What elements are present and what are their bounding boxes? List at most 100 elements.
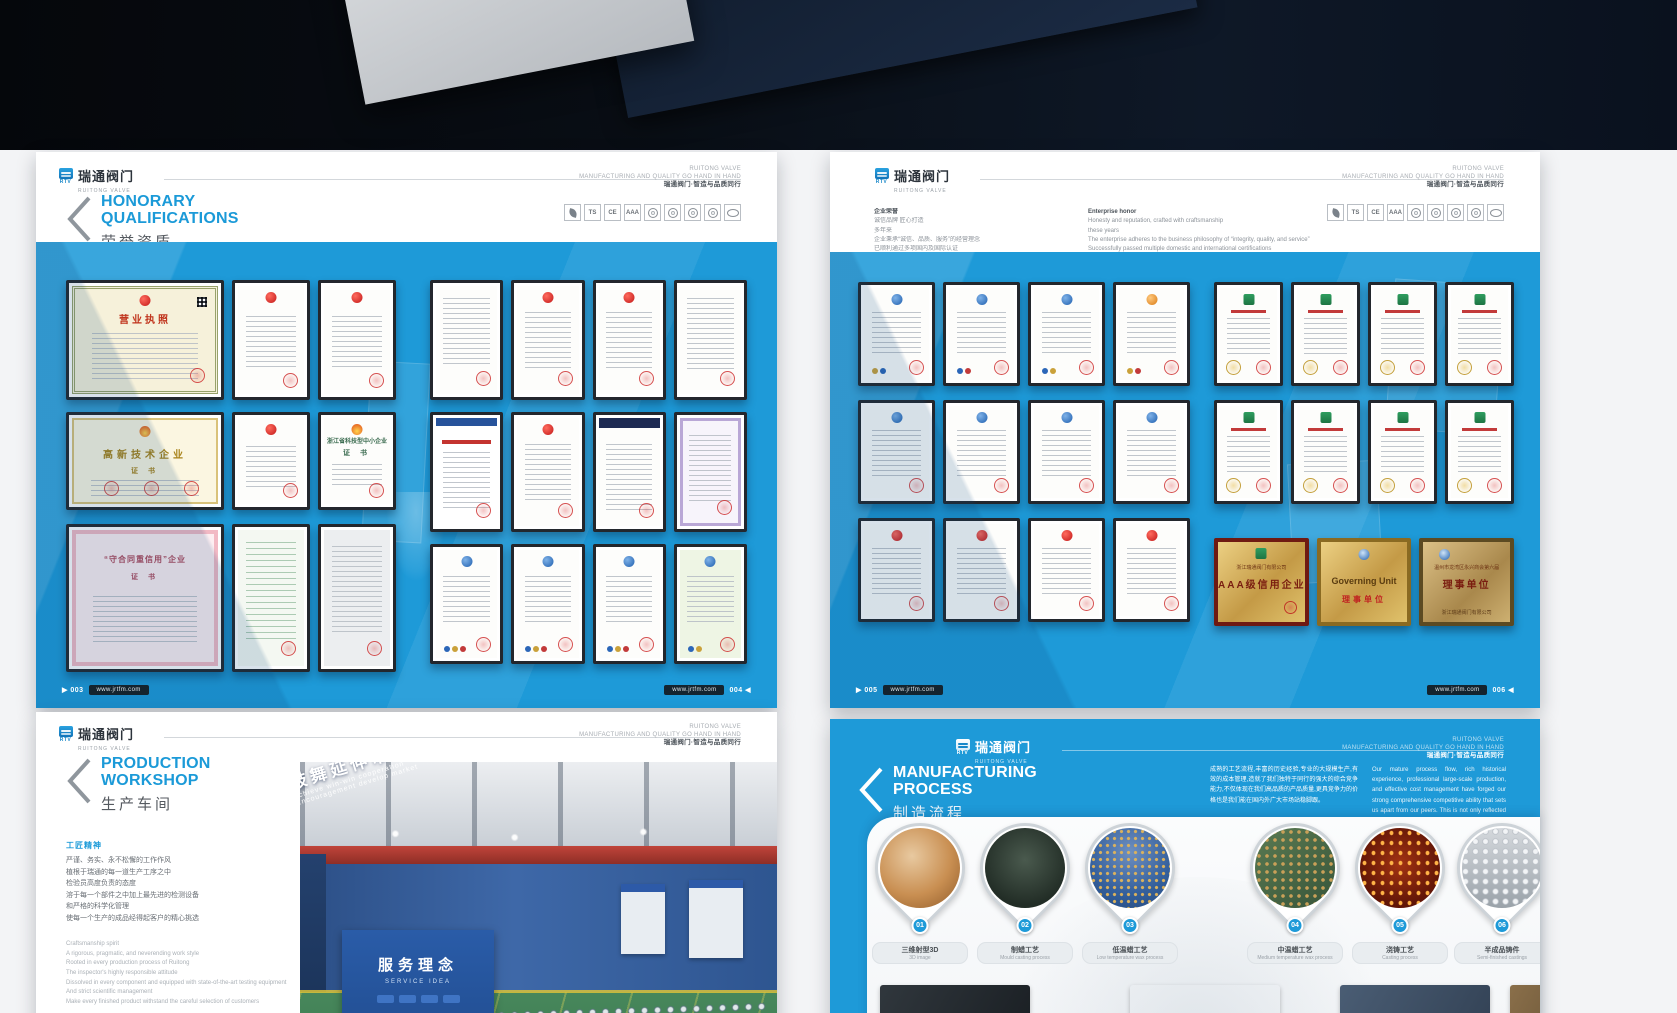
wall-poster (689, 880, 743, 958)
spread-production-workshop: RTV 瑞通阀门RUITONG VALVE RUITONG VALVE MANU… (36, 712, 777, 1013)
blue-emblem-icon (461, 556, 472, 567)
ce-badge: CE (1367, 204, 1384, 221)
certificate-credit (1368, 282, 1437, 386)
red-seal-icon (190, 368, 205, 383)
aaa-badge: AAA (624, 204, 641, 221)
certificate-frame (674, 412, 747, 532)
certificate-frame (593, 412, 666, 532)
brand-logo-icon: RTV (58, 168, 73, 185)
section-title: PRODUCTION WORKSHOP 生产车间 (66, 756, 211, 814)
certificate-iso (1113, 282, 1190, 386)
footer-right: www.jrtfm.com 006 ◀ (1427, 685, 1514, 695)
certificate-frame (318, 280, 396, 400)
certificate-frame (232, 412, 310, 510)
brand-logo-icon: RTV (874, 168, 889, 185)
website-badge: www.jrtfm.com (1427, 685, 1487, 695)
stamp-badge-icon (704, 204, 721, 221)
process-step: 05 浇铸工艺Casting process (1350, 823, 1450, 913)
brand-logo: RTV 瑞通阀门RUITONG VALVE (58, 726, 134, 752)
desk-scene (0, 0, 1677, 150)
certificate-frame (674, 280, 747, 400)
certificate-frame (858, 518, 935, 622)
process-step: 04 中温蜡工艺Medium temperature wax process (1245, 823, 1345, 913)
brand-logo-icon: RTV (58, 726, 73, 743)
page-number: 004 ◀ (729, 686, 751, 694)
workshop-photo: 鼓舞延伸市场 achieve win-win cooperation Encou… (300, 762, 777, 1013)
certificate-iso (943, 400, 1020, 504)
craftsmanship-heading: 工匠精神 (66, 840, 294, 851)
website-badge: www.jrtfm.com (664, 685, 724, 695)
stamp-badge-icon (1447, 204, 1464, 221)
certificate-frame (430, 280, 503, 400)
ts-badge: TS (1347, 204, 1364, 221)
trophy-deco (386, 492, 446, 582)
certificate-iso (1113, 400, 1190, 504)
certificate-iso (943, 282, 1020, 386)
aaa-badge: AAA (1387, 204, 1404, 221)
oval-stamp-badge-icon (1487, 204, 1504, 221)
wall-poster (621, 884, 665, 954)
plaque-aaa-credit: 浙江瑞通阀门有限公司 AAA级信用企业 (1214, 538, 1309, 626)
brand-name: 瑞通阀门 (78, 169, 134, 184)
certificate-iso (1028, 400, 1105, 504)
green-emblem-icon (1256, 548, 1267, 559)
stamp-badge-icon (1467, 204, 1484, 221)
orange-emblem-icon (1146, 294, 1157, 305)
process-panel: 01 三维射型3D3D image 02 制蜡工艺Mould casting p… (867, 817, 1540, 1013)
gold-seal-icon (1226, 360, 1241, 375)
footer-left: ▶ 003www.jrtfm.com (62, 685, 149, 695)
plaque-council-member: 温州市龙湾区永兴商会第六届 理事单位 浙江瑞通阀门有限公司 (1419, 538, 1514, 626)
step-number-badge: 01 (912, 917, 929, 934)
section-title: MANUFACTURING PROCESS 制造流程 (858, 765, 1037, 823)
section-chevron-icon (66, 196, 92, 242)
oval-stamp-badge-icon (724, 204, 741, 221)
page-number: ▶ 003 (62, 686, 84, 694)
page-number: 006 ◀ (1492, 686, 1514, 694)
process-step: 02 制蜡工艺Mould casting process (975, 823, 1075, 913)
certificate-sheet: 浙江瑞通阀门有限公司 AAA级信用企业 Governing Unit 理事单位 … (830, 252, 1540, 708)
certificate-frame (318, 524, 396, 672)
process-photo (961, 817, 1088, 932)
stamp-badge-icon (664, 204, 681, 221)
certification-badges: TS CE AAA (564, 204, 741, 221)
footer-left: ▶ 005 www.jrtfm.com (856, 685, 943, 695)
craftsmanship-en: Craftsmanship spirit A rigorous, pragmat… (66, 940, 294, 1007)
spread-manufacturing-process: RTV 瑞通阀门RUITONG VALVE RUITONG VALVE MANU… (830, 719, 1540, 1013)
qr-code-icon (197, 297, 207, 307)
certificate-credit (1368, 400, 1437, 504)
certificate-credit (1214, 282, 1283, 386)
certificate-iso (593, 544, 666, 664)
header-slogan: RUITONG VALVE MANUFACTURING AND QUALITY … (1342, 165, 1504, 190)
certificate-business-license: 营业执照 (66, 280, 224, 400)
process-intro-cn: 成熟的工艺流程,丰富的历史经验,专业的大规模生产,有效的成本管理,造就了我们独特… (1210, 765, 1358, 806)
process-photo (1066, 817, 1193, 932)
process-photo (867, 817, 984, 932)
ce-badge: CE (604, 204, 621, 221)
blue-emblem-icon (891, 294, 902, 305)
step-label: 三维射型3D3D image (872, 942, 968, 964)
certificate-smes: 浙江省科技型中小企业证 书 (318, 412, 396, 510)
page-number: ▶ 005 (856, 686, 878, 694)
certificate-iso (858, 400, 935, 504)
process-photo (1438, 817, 1540, 932)
certificate-iso (858, 282, 935, 386)
process-step: 01 三维射型3D3D image (870, 823, 970, 913)
certificate-frame (943, 518, 1020, 622)
workshop-photo-partial (1510, 985, 1540, 1013)
stamp-badge-icon (1427, 204, 1444, 221)
certificate-iso (1028, 282, 1105, 386)
certificate-frame (1113, 518, 1190, 622)
craftsmanship-cn: 严谨、务实、永不松懈的工作作风 植根于瑞通的每一道生产工序之中 检验员高度负责的… (66, 855, 294, 924)
section-chevron-icon (66, 758, 92, 804)
stamp-badge-icon (1407, 204, 1424, 221)
website-badge: www.jrtfm.com (883, 685, 943, 695)
footer-right: www.jrtfm.com 004 ◀ (664, 685, 751, 695)
certificate-frame (232, 280, 310, 400)
national-emblem-icon (140, 295, 151, 306)
flame-emblem-icon (140, 426, 151, 437)
certificate-credit (1291, 282, 1360, 386)
header-slogan: RUITONG VALVE MANUFACTURING AND QUALITY … (579, 165, 741, 190)
process-photo (1231, 817, 1358, 932)
service-idea-wall: 服务理念 SERVICE IDEA 浙江瑞通阀门有限公司 (342, 930, 494, 1013)
brand-logo: RTV 瑞通阀门RUITONG VALVE (874, 168, 950, 194)
